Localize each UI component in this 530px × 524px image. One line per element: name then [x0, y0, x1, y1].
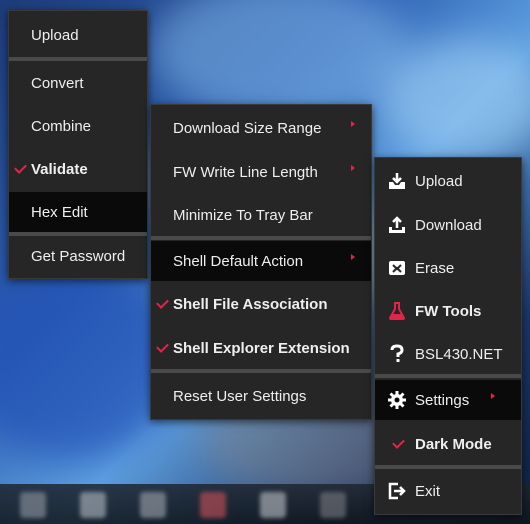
checkmark-icon	[156, 296, 169, 309]
menu-item-exit[interactable]: Exit	[375, 471, 521, 511]
menu-item-label: FW Write Line Length	[173, 163, 318, 181]
menu-item-bsl430[interactable]: BSL430.NET	[375, 334, 521, 374]
menu-item-minimize-to-tray[interactable]: Minimize To Tray Bar	[151, 195, 371, 235]
menu-item-label: Shell Default Action	[173, 252, 304, 270]
menu-item-label: FW Tools	[415, 302, 482, 320]
menu-item-label: Dark Mode	[415, 435, 492, 453]
submenu-arrow-icon	[351, 254, 355, 260]
menu-item-fw-write-line-length[interactable]: FW Write Line Length	[151, 152, 371, 192]
menu-separator	[375, 374, 521, 378]
menu-item-download[interactable]: Download	[375, 205, 521, 245]
menu-item-reset-user-settings[interactable]: Reset User Settings	[151, 376, 371, 416]
checkmark-icon	[392, 436, 405, 449]
submenu-arrow-icon	[351, 165, 355, 171]
menu-item-label: Download Size Range	[173, 119, 322, 137]
menu-item-dark-mode[interactable]: Dark Mode	[375, 424, 521, 464]
menu-item-combine[interactable]: Combine	[9, 106, 147, 146]
menu-item-upload[interactable]: Upload	[9, 15, 147, 55]
menu-separator	[151, 236, 371, 240]
main-context-menu: Upload Convert Combine Validate Hex Edit…	[8, 10, 148, 279]
menu-item-label: Shell File Association	[173, 295, 328, 313]
upload-tray-icon	[389, 173, 405, 189]
exit-icon	[388, 482, 406, 500]
menu-separator	[9, 57, 147, 61]
menu-item-label: Get Password	[31, 247, 126, 265]
menu-item-label: Validate	[31, 160, 88, 178]
menu-item-erase[interactable]: Erase	[375, 248, 521, 288]
submenu-arrow-icon	[351, 121, 355, 127]
menu-item-shell-explorer-extension[interactable]: Shell Explorer Extension	[151, 328, 371, 368]
menu-item-download-size-range[interactable]: Download Size Range	[151, 108, 371, 148]
gear-icon	[388, 391, 406, 409]
menu-item-label: Upload	[31, 26, 79, 44]
menu-item-label: Reset User Settings	[173, 387, 307, 405]
question-icon	[390, 344, 404, 362]
settings-submenu: Download Size Range FW Write Line Length…	[150, 104, 372, 420]
menu-item-label: Hex Edit	[31, 203, 88, 221]
menu-separator	[151, 369, 371, 373]
menu-item-validate[interactable]: Validate	[9, 149, 147, 189]
eraser-icon	[389, 261, 405, 275]
menu-separator	[375, 465, 521, 469]
menu-item-get-password[interactable]: Get Password	[9, 236, 147, 276]
menu-item-label: Erase	[415, 259, 455, 277]
menu-item-upload[interactable]: Upload	[375, 161, 521, 201]
menu-item-shell-file-association[interactable]: Shell File Association	[151, 284, 371, 324]
menu-item-settings[interactable]: Settings	[375, 380, 521, 420]
menu-item-shell-default-action[interactable]: Shell Default Action	[151, 241, 371, 281]
menu-item-hex-edit[interactable]: Hex Edit	[9, 192, 147, 232]
tray-context-menu: Upload Download Erase FW Tools BSL430.NE…	[374, 157, 522, 515]
checkmark-icon	[14, 161, 27, 174]
flask-icon	[388, 302, 406, 320]
menu-item-label: Upload	[415, 172, 463, 190]
menu-item-label: Convert	[31, 74, 84, 92]
menu-item-label: Minimize To Tray Bar	[173, 206, 313, 224]
menu-item-fw-tools[interactable]: FW Tools	[375, 291, 521, 331]
menu-item-convert[interactable]: Convert	[9, 63, 147, 103]
menu-item-label: Exit	[415, 482, 441, 500]
download-tray-icon	[389, 216, 405, 233]
menu-item-label: Settings	[415, 391, 470, 409]
submenu-arrow-icon	[491, 393, 495, 399]
menu-item-label: Shell Explorer Extension	[173, 339, 350, 357]
checkmark-icon	[156, 340, 169, 353]
menu-item-label: Combine	[31, 117, 92, 135]
menu-item-label: Download	[415, 216, 482, 234]
menu-item-label: BSL430.NET	[415, 345, 503, 363]
